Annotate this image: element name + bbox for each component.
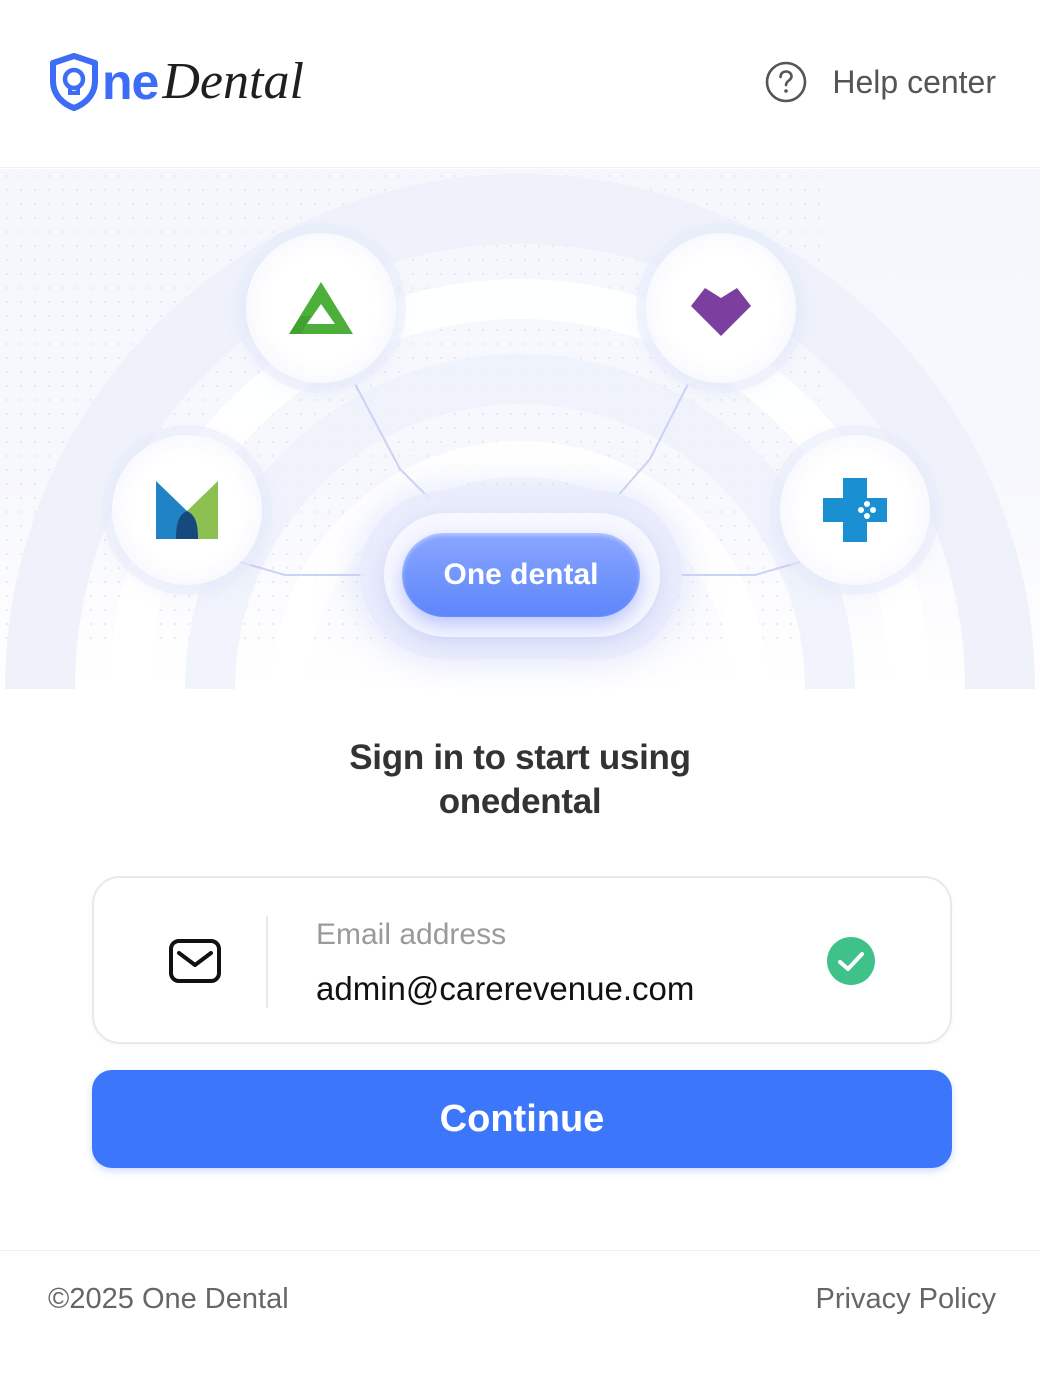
- logo-text-ne: ne: [102, 54, 159, 110]
- logo-text-dental: Dental: [162, 53, 304, 110]
- m-logo-icon: [156, 481, 218, 539]
- help-center-link[interactable]: Help center: [764, 58, 996, 106]
- signin-title-line2: onedental: [438, 782, 602, 821]
- email-field[interactable]: Email address: [92, 876, 952, 1044]
- email-input[interactable]: [316, 970, 796, 1008]
- signin-page: ne Dental Help center One dental Sign in…: [0, 0, 1040, 1380]
- one-dental-pill: One dental: [402, 533, 640, 617]
- check-circle-icon: [827, 937, 875, 985]
- privacy-policy-link[interactable]: Privacy Policy: [816, 1283, 997, 1316]
- shield-bulb-icon: [50, 53, 98, 111]
- copyright-text: ©2025 One Dental: [48, 1283, 289, 1315]
- integration-blue-cross[interactable]: [780, 435, 930, 585]
- signin-title: Sign in to start using onedental: [0, 736, 1040, 824]
- footer: ©2025 One Dental Privacy Policy: [0, 1250, 1040, 1380]
- blue-cross-icon: [823, 478, 887, 542]
- signin-title-line1: Sign in to start using: [349, 738, 691, 777]
- mail-icon: [169, 939, 221, 983]
- integrations-illustration: One dental: [0, 169, 1040, 689]
- purple-heart-icon: [691, 288, 751, 336]
- integration-purple-heart[interactable]: [646, 233, 796, 383]
- onedental-logo[interactable]: ne Dental: [48, 52, 304, 112]
- help-center-label: Help center: [832, 63, 996, 100]
- continue-button[interactable]: Continue: [92, 1070, 952, 1168]
- field-divider: [266, 916, 268, 1008]
- green-triangle-icon: [289, 282, 353, 334]
- email-label: Email address: [316, 918, 507, 951]
- integration-m-logo[interactable]: [112, 435, 262, 585]
- question-circle-icon: [766, 61, 807, 103]
- integration-green-triangle[interactable]: [246, 233, 396, 383]
- header: ne Dental Help center: [0, 0, 1040, 168]
